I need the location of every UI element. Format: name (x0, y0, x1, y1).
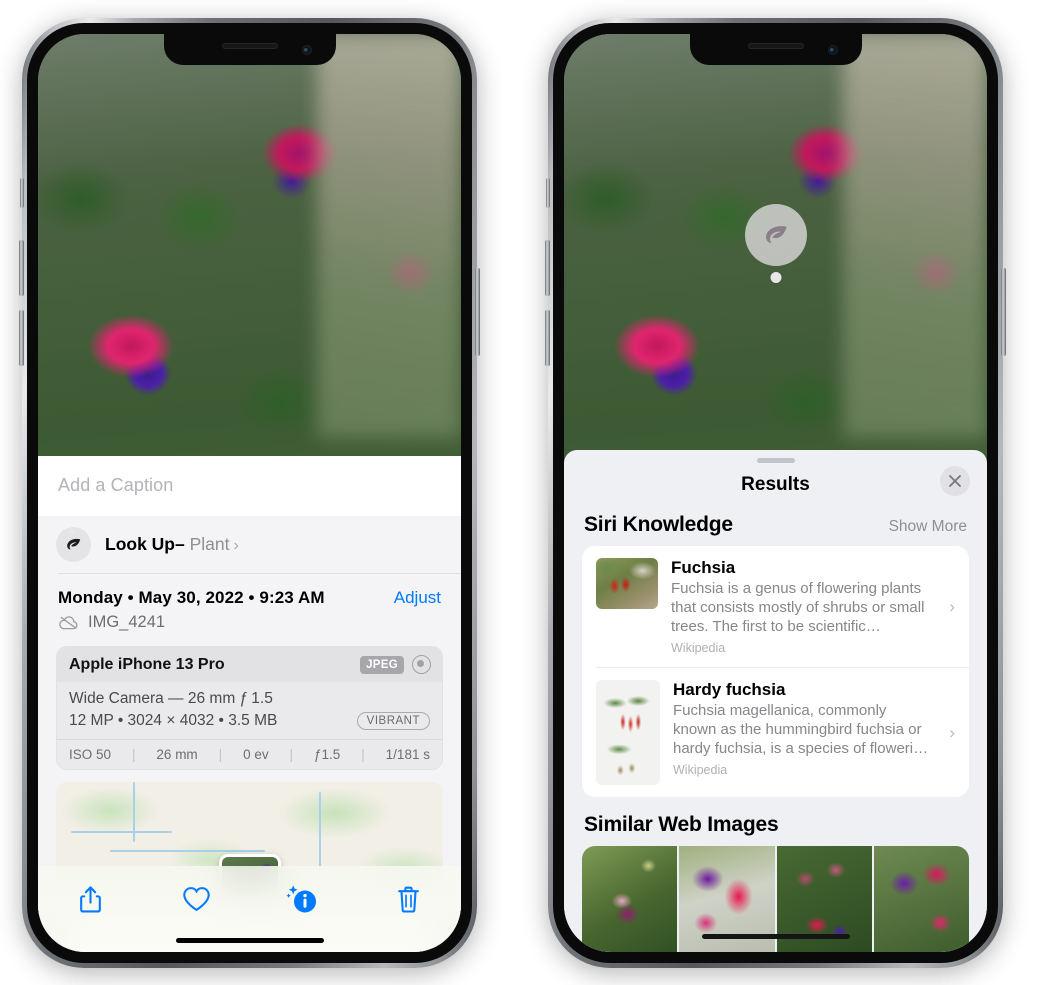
chevron-right-icon: › (233, 537, 239, 554)
caption-input[interactable]: Add a Caption (38, 456, 461, 516)
camera-info-card[interactable]: Apple iPhone 13 Pro JPEG Wide Camera — 2… (56, 646, 443, 770)
result-title: Hardy fuchsia (673, 680, 786, 700)
result-thumbnail (596, 558, 658, 609)
camera-model: Apple iPhone 13 Pro (69, 655, 225, 673)
visual-lookup-anchor-dot (770, 272, 781, 283)
trash-icon (397, 886, 419, 913)
look-up-label: Look Up– Plant › (105, 534, 239, 555)
lens-description: Wide Camera — 26 mm ƒ 1.5 (69, 690, 273, 707)
photo-filename: IMG_4241 (88, 613, 166, 631)
front-camera (301, 45, 312, 55)
lens-ring-icon (412, 655, 431, 674)
device-notch (689, 34, 862, 65)
device-bezel: Results Siri Knowledge Show More Fuchsia… (553, 23, 998, 963)
result-source: Wikipedia (673, 763, 728, 778)
stat-separator: | (289, 747, 294, 762)
look-up-subject: Plant (189, 534, 230, 554)
share-icon (80, 885, 102, 912)
volume-down-button[interactable] (19, 310, 24, 366)
exposure-stats: ISO 50 | 26 mm | 0 ev | ƒ1.5 | 1/181 s (57, 739, 442, 769)
iphone-device-right: Results Siri Knowledge Show More Fuchsia… (545, 18, 1006, 968)
screen-left: Add a Caption ✦ ✦ Look Up– Plant › Monda… (38, 34, 461, 952)
volume-down-button[interactable] (545, 310, 550, 366)
info-button[interactable] (279, 879, 325, 919)
device-notch (163, 34, 336, 65)
visual-lookup-leaf-badge[interactable] (744, 204, 807, 266)
file-format-badge: JPEG (360, 655, 404, 674)
results-sheet: Results Siri Knowledge Show More Fuchsia… (564, 450, 987, 952)
home-indicator[interactable] (175, 938, 324, 943)
stat-focal-length: 26 mm (156, 747, 198, 762)
photo-background-blur (843, 34, 987, 438)
look-up-title: Look Up (105, 534, 175, 554)
photographic-style-badge: VIBRANT (356, 712, 430, 730)
screen-right: Results Siri Knowledge Show More Fuchsia… (564, 34, 987, 952)
share-button[interactable] (68, 879, 114, 919)
adjust-button[interactable]: Adjust (394, 588, 441, 608)
delete-button[interactable] (385, 879, 431, 919)
photo-metadata: Monday • May 30, 2022 • 9:23 AM Adjust I… (38, 574, 461, 640)
similar-web-images-title: Similar Web Images (584, 813, 779, 837)
info-sparkle-icon (286, 885, 317, 913)
home-indicator[interactable] (701, 934, 850, 939)
siri-knowledge-list: Fuchsia Fuchsia is a genus of flowering … (582, 546, 969, 798)
show-more-button[interactable]: Show More (889, 518, 967, 536)
result-title: Fuchsia (671, 558, 736, 577)
stat-separator: | (361, 747, 365, 762)
earpiece-speaker (221, 43, 278, 49)
heart-icon (183, 887, 210, 912)
close-icon (949, 475, 961, 487)
close-button[interactable] (940, 466, 970, 496)
stat-aperture: ƒ1.5 (314, 747, 341, 762)
volume-up-button[interactable] (545, 240, 550, 296)
device-bezel: Add a Caption ✦ ✦ Look Up– Plant › Monda… (27, 23, 472, 963)
earpiece-speaker (747, 43, 804, 49)
results-title: Results (741, 474, 810, 495)
power-button[interactable] (475, 268, 480, 356)
stat-separator: | (218, 747, 223, 762)
list-item[interactable]: Hardy fuchsia Fuchsia magellanica, commo… (596, 667, 969, 797)
chevron-right-icon: › (949, 596, 955, 616)
favorite-button[interactable] (174, 879, 220, 919)
result-source: Wikipedia (671, 641, 726, 656)
iphone-device-left: Add a Caption ✦ ✦ Look Up– Plant › Monda… (19, 18, 480, 968)
photo-datetime: Monday • May 30, 2022 • 9:23 AM (58, 588, 325, 607)
cloud-slash-icon (59, 616, 78, 630)
result-description: Fuchsia magellanica, commonly known as t… (673, 702, 929, 758)
similar-web-images-header: Similar Web Images (564, 797, 987, 846)
look-up-row[interactable]: ✦ ✦ Look Up– Plant › (38, 516, 461, 573)
silence-switch[interactable] (20, 178, 24, 208)
list-item[interactable]: Fuchsia Fuchsia is a genus of flowering … (582, 546, 969, 667)
stat-exposure-value: 0 ev (243, 747, 269, 762)
result-thumbnail (596, 680, 660, 786)
siri-knowledge-header: Siri Knowledge Show More (564, 507, 987, 546)
result-description: Fuchsia is a genus of flowering plants t… (671, 580, 925, 636)
chevron-right-icon: › (949, 722, 955, 742)
silence-switch[interactable] (546, 178, 550, 208)
similar-image[interactable] (582, 846, 678, 952)
similar-image[interactable] (873, 846, 969, 952)
front-camera (827, 45, 838, 55)
sparkle-small-icon: ✦ (58, 536, 67, 547)
siri-knowledge-title: Siri Knowledge (584, 513, 733, 536)
photo-background-blur (317, 34, 461, 438)
stat-separator: | (131, 747, 136, 762)
power-button[interactable] (1001, 268, 1006, 356)
resolution-filesize: 12 MP • 3024 × 4032 • 3.5 MB (69, 712, 278, 729)
volume-up-button[interactable] (19, 240, 24, 296)
leaf-icon: ✦ ✦ (56, 524, 91, 562)
look-up-dash: – (175, 534, 185, 554)
stat-iso: ISO 50 (69, 747, 112, 762)
stat-shutter-speed: 1/181 s (385, 747, 430, 762)
